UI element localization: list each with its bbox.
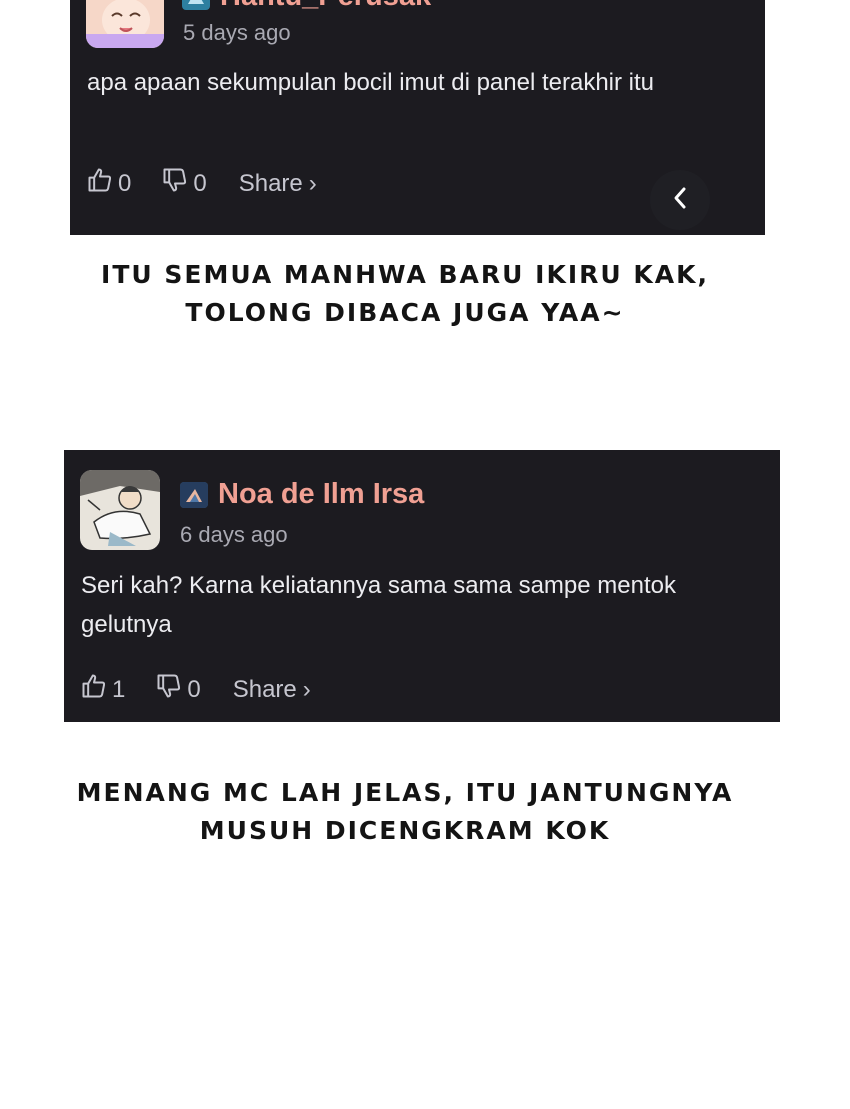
share-label: Share — [238, 169, 303, 197]
user-badge-icon — [182, 0, 210, 10]
caption-line: MENANG MC LAH JELAS, ITU JANTUNGNYA — [76, 778, 734, 807]
avatar[interactable] — [80, 470, 160, 550]
share-label: Share — [232, 675, 297, 703]
comment-text: Seri kah? Karna keliatannya sama sama sa… — [81, 572, 676, 638]
username-label: Noa de Ilm Irsa — [218, 478, 425, 510]
like-count: 0 — [118, 169, 132, 197]
comment-card: Hantu_Perusak 5 days ago apa apaan sekum… — [70, 0, 765, 235]
comment-timestamp: 6 days ago — [180, 522, 288, 547]
username-label: Hantu_Perusak — [220, 0, 431, 13]
caption-line: MUSUH DICENGKRAM KOK — [199, 816, 611, 845]
comment-card: Noa de Ilm Irsa 6 days ago Seri kah? Kar… — [64, 450, 780, 722]
username[interactable]: Hantu_Perusak — [182, 0, 431, 13]
like-count: 1 — [112, 675, 126, 703]
caption-line: TOLONG DIBACA JUGA YAA~ — [185, 298, 625, 327]
username[interactable]: Noa de Ilm Irsa — [180, 478, 424, 511]
like-button[interactable]: 0 — [86, 166, 131, 201]
manga-caption: MENANG MC LAH JELAS, ITU JANTUNGNYA MUSU… — [0, 774, 830, 850]
comment-actions: 0 0 Share › — [86, 166, 317, 201]
thumbs-up-icon — [86, 166, 114, 201]
manga-caption: ITU SEMUA MANHWA BARU IKIRU KAK, TOLONG … — [0, 256, 830, 332]
chevron-left-icon — [669, 185, 691, 216]
user-badge-icon — [180, 481, 208, 508]
chevron-right-icon: › — [302, 675, 311, 703]
comment-timestamp: 5 days ago — [183, 20, 291, 45]
like-button[interactable]: 1 — [80, 672, 125, 707]
thumbs-down-icon — [161, 166, 189, 201]
thumbs-down-icon — [155, 672, 183, 707]
back-button[interactable] — [650, 170, 710, 230]
dislike-count: 0 — [187, 675, 201, 703]
chevron-right-icon: › — [308, 169, 317, 197]
share-button[interactable]: Share › — [239, 170, 317, 198]
thumbs-up-icon — [80, 672, 108, 707]
comment-actions: 1 0 Share › — [80, 672, 311, 707]
comment-text: apa apaan sekumpulan bocil imut di panel… — [87, 69, 655, 96]
dislike-count: 0 — [193, 169, 207, 197]
share-button[interactable]: Share › — [233, 676, 311, 704]
caption-line: ITU SEMUA MANHWA BARU IKIRU KAK, — [101, 260, 709, 289]
avatar[interactable] — [86, 0, 164, 48]
dislike-button[interactable]: 0 — [161, 166, 207, 201]
dislike-button[interactable]: 0 — [155, 672, 201, 707]
